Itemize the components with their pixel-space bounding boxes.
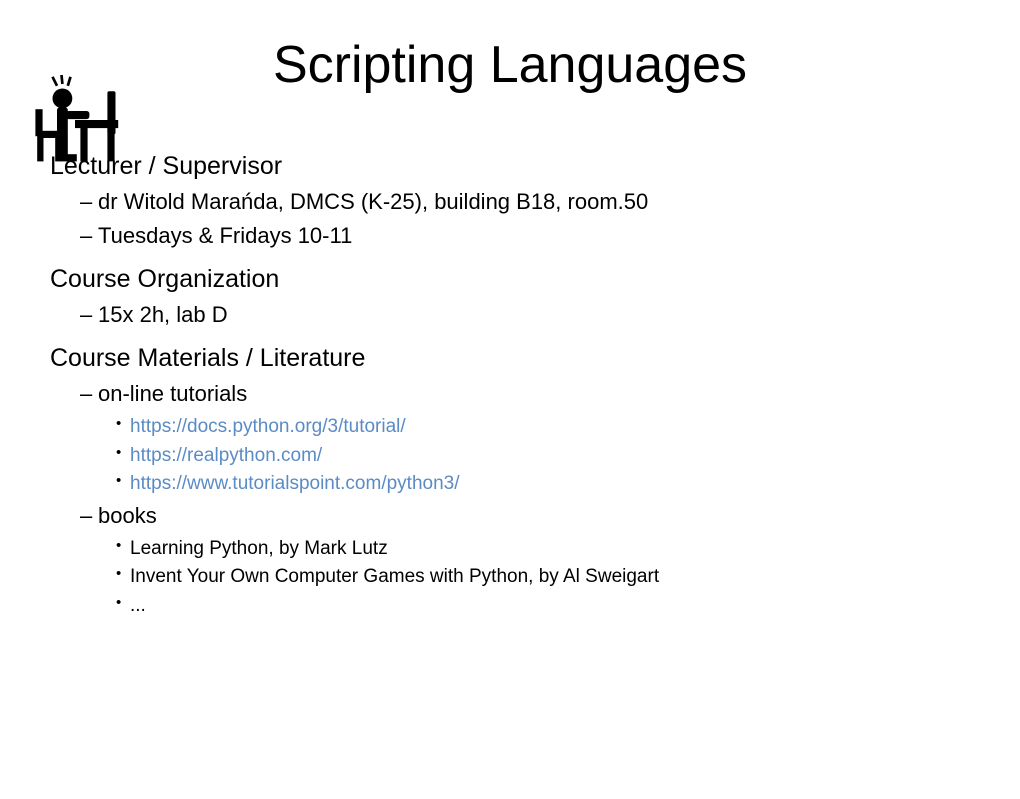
books-label: books Learning Python, by Mark Lutz Inve… (98, 499, 1020, 621)
tutorial-link[interactable]: https://realpython.com/ (130, 445, 322, 466)
books-label-text: books (98, 503, 157, 528)
section-lecturer-header: Lecturer / Supervisor (50, 152, 1020, 181)
section-materials-header: Course Materials / Literature (50, 344, 1020, 373)
tutorial-link[interactable]: https://docs.python.org/3/tutorial/ (130, 416, 406, 437)
slide-content: Lecturer / Supervisor dr Witold Marańda,… (0, 95, 1020, 620)
book-item: ... (130, 592, 1020, 621)
book-item: Learning Python, by Mark Lutz (130, 535, 1020, 564)
lecturer-item: Tuesdays & Fridays 10-11 (98, 219, 1020, 253)
slide-title: Scripting Languages (0, 35, 1020, 95)
tutorial-link[interactable]: https://www.tutorialspoint.com/python3/ (130, 473, 460, 494)
organization-item: 15x 2h, lab D (98, 298, 1020, 332)
tutorials-label-text: on-line tutorials (98, 381, 247, 406)
person-at-computer-icon (30, 75, 120, 165)
tutorials-label: on-line tutorials https://docs.python.or… (98, 377, 1020, 499)
book-item: Invent Your Own Computer Games with Pyth… (130, 563, 1020, 592)
lecturer-item: dr Witold Marańda, DMCS (K-25), building… (98, 185, 1020, 219)
section-organization-header: Course Organization (50, 265, 1020, 294)
